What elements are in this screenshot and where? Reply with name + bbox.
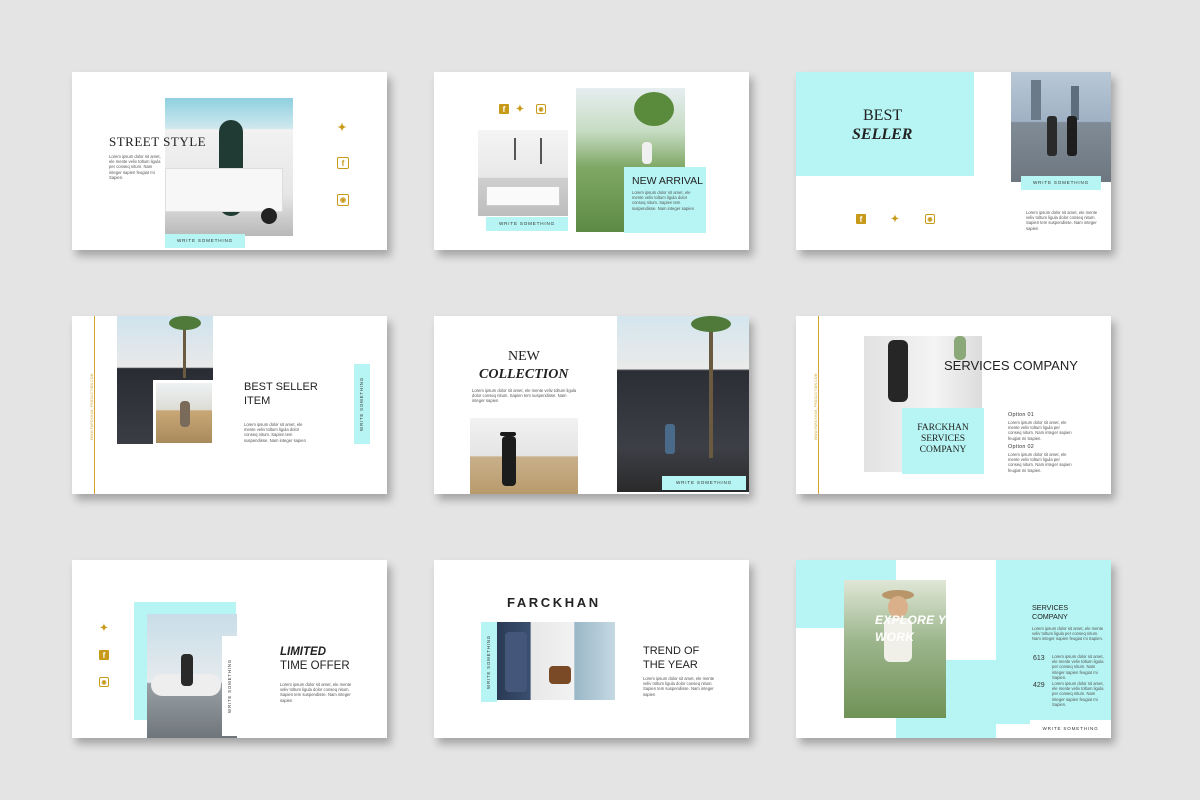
- slide-title-line2: SELLER: [852, 126, 913, 143]
- slide-title-line1: EXPLORE YOUR: [875, 613, 974, 627]
- slide-title: NEW ARRIVAL: [632, 175, 703, 187]
- twitter-icon[interactable]: ✦: [514, 103, 526, 115]
- instagram-icon[interactable]: ◉: [925, 214, 935, 224]
- option-2-text: Lorem ipsum dolor sit amet, ele mente ve…: [1008, 452, 1072, 473]
- instagram-icon[interactable]: ◉: [99, 677, 109, 687]
- side-text: Lorem ipsum dolor sit amet, ele mente ve…: [1032, 626, 1104, 642]
- facebook-icon[interactable]: f: [499, 104, 509, 114]
- facebook-icon[interactable]: f: [856, 214, 866, 224]
- slide-farckhan-trend[interactable]: FARCKHAN WRITE SOMETHING TREND OF THE YE…: [434, 560, 749, 738]
- body-text: Lorem ipsum dolor sit amet, ele mente ve…: [280, 682, 352, 703]
- facebook-icon[interactable]: f: [99, 650, 109, 660]
- box-line1: FARCKHAN: [917, 423, 969, 433]
- side-line2: COMPANY: [1032, 612, 1068, 621]
- body-text: Lorem ipsum dolor sit amet, ele mente ve…: [1026, 210, 1098, 231]
- gold-rule: [94, 316, 95, 494]
- instagram-icon[interactable]: ◉: [337, 194, 349, 206]
- instagram-icon[interactable]: ◉: [536, 104, 546, 114]
- option-1-label: Option 01: [1008, 412, 1035, 418]
- stat-1-number: 613: [1033, 655, 1045, 662]
- slide-limited-time-offer[interactable]: ✦ f ◉ WRITE SOMETHING LIMITED TIME OFFER…: [72, 560, 387, 738]
- write-something-tag: WRITE SOMETHING: [486, 217, 568, 231]
- van-photo: [165, 98, 293, 236]
- url-text: WWW.FARCKHAN_PRODUCTION.COM: [814, 373, 818, 440]
- slide-title-line1: LIMITED: [280, 646, 326, 658]
- woman-photo: [153, 380, 215, 446]
- write-something-tag: WRITE SOMETHING: [662, 476, 746, 490]
- slide-services-company[interactable]: WWW.FARCKHAN_PRODUCTION.COM FARCKHAN SER…: [796, 316, 1111, 494]
- slide-street-style[interactable]: STREET STYLE Lorem ipsum dolor sit amet,…: [72, 72, 387, 250]
- write-something-tag: WRITE SOMETHING: [354, 364, 370, 444]
- gold-rule: [818, 316, 819, 494]
- option-2-label: Option 02: [1008, 444, 1035, 450]
- twitter-icon[interactable]: ✦: [335, 120, 349, 134]
- write-something-tag: WRITE SOMETHING: [481, 622, 497, 702]
- slide-title-line2: TIME OFFER: [280, 660, 350, 672]
- option-1-text: Lorem ipsum dolor sit amet, ele mente ve…: [1008, 420, 1072, 441]
- body-text: Lorem ipsum dolor sit amet, ele mente ve…: [472, 388, 577, 404]
- stat-1-text: Lorem ipsum dolor sit amet, ele mente ve…: [1052, 654, 1104, 680]
- hat-woman-photo: [470, 418, 578, 494]
- box-line3: COMPANY: [919, 445, 967, 455]
- twitter-icon[interactable]: ✦: [889, 213, 901, 225]
- box-line2: SERVICES: [920, 434, 966, 444]
- body-text: Lorem ipsum dolor sit amet, ele mente ve…: [632, 190, 694, 211]
- write-something-tag: WRITE SOMETHING: [1021, 176, 1101, 190]
- side-line1: SERVICES: [1032, 603, 1069, 612]
- write-something-tag: WRITE SOMETHING: [222, 636, 238, 736]
- subtitle-line1: TREND OF: [643, 645, 700, 657]
- slide-new-collection[interactable]: NEW COLLECTION Lorem ipsum dolor sit ame…: [434, 316, 749, 494]
- slide-title-line2: ITEM: [244, 395, 271, 407]
- write-something-tag: WRITE SOMETHING: [165, 234, 245, 248]
- slide-title-line2: COLLECTION: [479, 367, 569, 382]
- url-text: WWW.FARCKHAN_PRODUCTION.COM: [90, 373, 94, 440]
- facebook-icon[interactable]: f: [337, 157, 349, 169]
- write-something-tag: WRITE SOMETHING: [1030, 722, 1111, 736]
- slide-new-arrival[interactable]: f ✦ ◉ WRITE SOMETHING NEW ARRIVAL Lorem …: [434, 72, 749, 250]
- woman-hat-photo: [844, 580, 946, 718]
- slide-title-line1: BEST: [863, 107, 903, 124]
- slide-title-line1: BEST SELLER: [244, 381, 318, 393]
- twitter-icon[interactable]: ✦: [98, 622, 110, 634]
- body-text: Lorem ipsum dolor sit amet, ele mente ve…: [109, 154, 161, 180]
- body-text: Lorem ipsum dolor sit amet, ele mente ve…: [643, 676, 715, 697]
- city-photo: [1011, 72, 1111, 182]
- slide-title: SERVICES COMPANY: [944, 358, 1078, 373]
- slide-title: STREET STYLE: [109, 134, 207, 149]
- slide-best-seller-item[interactable]: WWW.FARCKHAN_PRODUCTION.COM BEST SELLER …: [72, 316, 387, 494]
- stat-2-text: Lorem ipsum dolor sit amet, ele mente ve…: [1052, 681, 1104, 707]
- slide-explore-your-work[interactable]: EXPLORE YOUR WORK SERVICES COMPANY Lorem…: [796, 560, 1111, 738]
- slide-title-line2: WORK: [875, 630, 915, 644]
- slide-best-seller[interactable]: BEST SELLER WRITE SOMETHING Lorem ipsum …: [796, 72, 1111, 250]
- boat-photo: [497, 622, 615, 700]
- slide-title: FARCKHAN: [507, 595, 601, 610]
- kitchen-photo: [478, 130, 568, 216]
- stat-2-number: 429: [1033, 682, 1045, 689]
- slide-title-line1: NEW: [508, 349, 540, 364]
- palm-walk-photo: [617, 316, 749, 492]
- body-text: Lorem ipsum dolor sit amet, ele mente ve…: [244, 422, 306, 443]
- subtitle-line2: THE YEAR: [643, 659, 698, 671]
